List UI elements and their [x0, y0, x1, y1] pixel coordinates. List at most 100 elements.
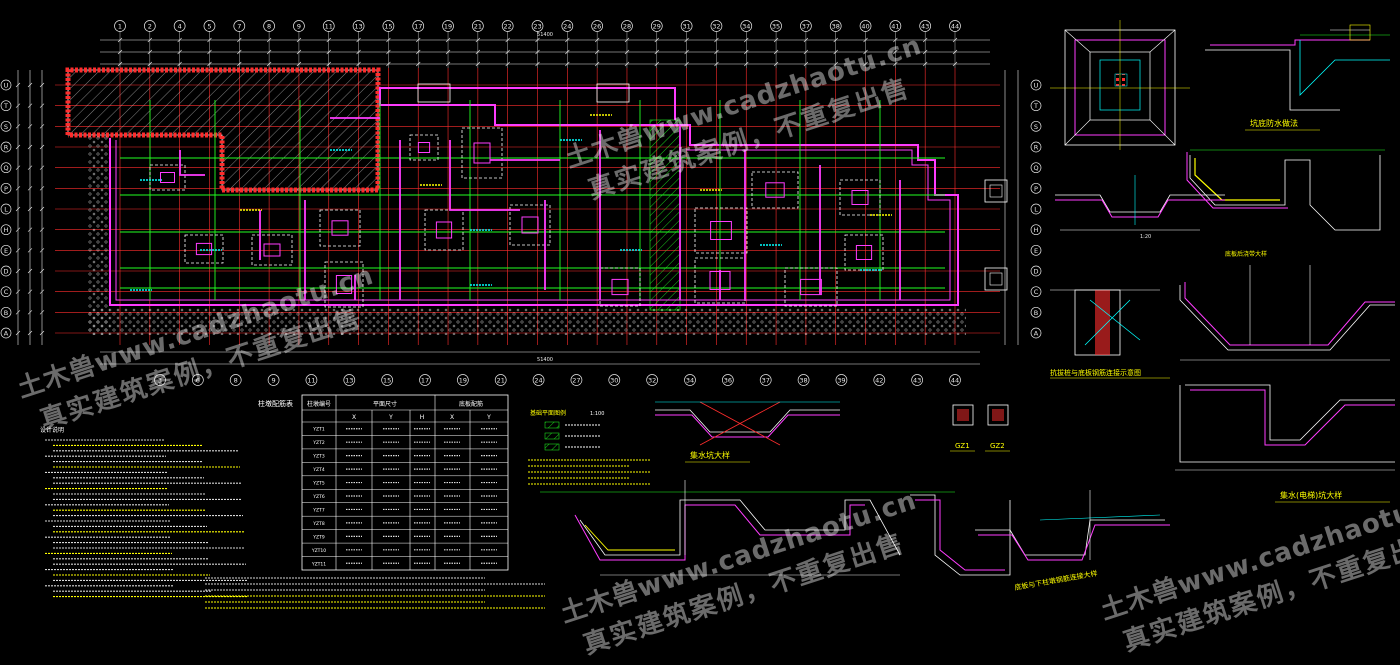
axis-label-top: 21 [474, 23, 482, 31]
axis-label-bottom: 8 [234, 377, 238, 385]
axis-label-bottom: 17 [421, 377, 429, 385]
axis-label-top: 28 [623, 23, 631, 31]
axis-label-left: U [4, 82, 9, 90]
axis-label-top: 15 [384, 23, 392, 31]
axis-label-top: 5 [207, 23, 211, 31]
axis-label-top: 41 [891, 23, 899, 31]
table-header-id: 柱墩编号 [307, 400, 331, 408]
axis-label-top: 19 [444, 23, 452, 31]
axis-label-top: 37 [802, 23, 810, 31]
axis-label-top: 31 [682, 23, 690, 31]
axis-label-top: 38 [832, 23, 840, 31]
axis-label-bottom: 42 [875, 377, 883, 385]
axis-label-right: U [1034, 82, 1039, 90]
axis-label-right: S [1034, 123, 1038, 131]
axis-label-left: P [4, 185, 8, 193]
axis-label-top: 40 [861, 23, 869, 31]
axis-label-bottom: 21 [497, 377, 505, 385]
section-title-6: 抗拔桩与底板钢筋连接示意图 [1050, 368, 1141, 377]
axis-label-left: C [4, 288, 9, 296]
notes-title: 设计说明 [40, 426, 64, 434]
axis-label-left: S [4, 123, 8, 131]
axis-label-bottom: 34 [686, 377, 694, 385]
axis-label-right: Q [1033, 164, 1038, 172]
table-row-id: YZT7 [312, 507, 325, 513]
table-row-id: YZT6 [312, 494, 325, 500]
axis-label-right: H [1034, 226, 1039, 234]
axis-label-top: 2 [148, 23, 152, 31]
axis-label-bottom: 19 [459, 377, 467, 385]
table-sub-x: X [352, 414, 356, 421]
table-sub-y: Y [388, 414, 393, 421]
axis-label-top: 7 [237, 23, 241, 31]
axis-label-bottom: 44 [951, 377, 959, 385]
axis-label-top: 4 [178, 23, 182, 31]
axis-label-left: A [4, 330, 9, 338]
axis-label-bottom: 43 [913, 377, 921, 385]
table-row-id: YZT4 [312, 467, 325, 473]
axis-label-top: 24 [563, 23, 571, 31]
axis-label-top: 9 [297, 23, 301, 31]
cad-drawing-sheet: 1 2 4 5 7 8 9 11 13 15 17 19 21 22 23 24 26 28 29 31 32 34 35 3… [0, 0, 1400, 634]
table-title-left: 柱墩配筋表 [258, 399, 293, 408]
table-sub-ry: Y [486, 414, 491, 421]
axis-label-right: D [1033, 268, 1038, 276]
axis-label-bottom: 15 [383, 377, 391, 385]
axis-label-top: 11 [325, 23, 333, 31]
axis-label-right: C [1034, 288, 1039, 296]
axis-label-right: L [1034, 206, 1038, 214]
table-row-id: YZT5 [312, 481, 325, 487]
axis-label-top: 17 [414, 23, 422, 31]
table-row-id: YZT1 [312, 427, 325, 433]
axis-label-left: Q [3, 164, 8, 172]
axis-label-bottom: 39 [837, 377, 845, 385]
axis-label-right: A [1034, 330, 1039, 338]
section-title-5: 集水(电梯)坑大样 [1280, 490, 1342, 500]
post-pour-band [649, 119, 681, 311]
axis-label-right: R [1034, 144, 1039, 152]
axis-label-top: 1 [118, 23, 122, 31]
axis-label-right: T [1033, 102, 1038, 110]
table-header-size: 平面尺寸 [373, 400, 397, 408]
axis-label-top: 26 [593, 23, 601, 31]
section-title-2: 底板后浇带大样 [1225, 250, 1267, 258]
axis-label-top: 32 [712, 23, 720, 31]
table-row-id: YZT3 [312, 454, 325, 460]
axis-label-left: H [4, 226, 9, 234]
overall-dimension-bottom: 51400 [537, 357, 553, 363]
small-pit-note: 1:20 [1140, 234, 1151, 240]
gravel-strip-bottom [88, 308, 966, 335]
axis-label-bottom: 3 [158, 377, 162, 385]
legend-scale: 1:100 [590, 411, 604, 417]
axis-label-top: 35 [772, 23, 780, 31]
axis-label-top: 8 [267, 23, 271, 31]
axis-label-left: R [4, 144, 9, 152]
gz1-label: GZ1 [955, 442, 970, 450]
axis-label-left: B [4, 309, 8, 317]
axis-label-bottom: 24 [534, 377, 542, 385]
axis-label-left: D [3, 268, 8, 276]
section-title-1: 集水坑大样 [690, 450, 730, 460]
axis-label-bottom: 13 [345, 377, 353, 385]
axis-label-bottom: 30 [610, 377, 618, 385]
table-row-id: YZT10 [311, 548, 326, 554]
axis-label-bottom: 32 [648, 377, 656, 385]
axis-label-left: E [4, 247, 8, 255]
axis-label-left: L [4, 206, 8, 214]
table-row-id: YZT11 [311, 561, 326, 567]
table-row-id: YZT9 [312, 534, 325, 540]
axis-label-bottom: 27 [572, 377, 580, 385]
axis-label-bottom: 37 [762, 377, 770, 385]
table-sub-rx: X [450, 414, 454, 421]
legend-title: 基础平面图例 [530, 409, 566, 417]
axis-label-top: 29 [653, 23, 661, 31]
gz2-label: GZ2 [990, 442, 1005, 450]
axis-label-right: P [1034, 185, 1038, 193]
table-row-id: YZT8 [312, 521, 325, 527]
axis-label-bottom: 38 [799, 377, 807, 385]
table-row-id: YZT2 [312, 440, 325, 446]
axis-label-top: 34 [742, 23, 750, 31]
axis-label-top: 23 [533, 23, 541, 31]
axis-label-top: 44 [951, 23, 959, 31]
axis-label-right: B [1034, 309, 1038, 317]
